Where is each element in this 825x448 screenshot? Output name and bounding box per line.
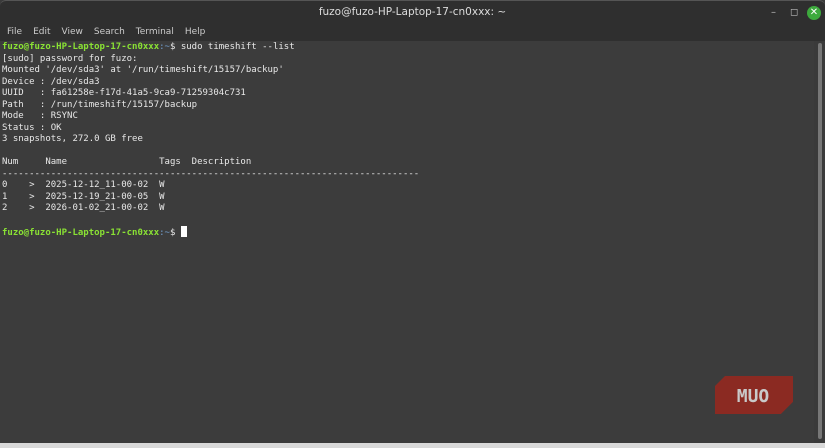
prompt-path: :~ xyxy=(159,228,170,238)
scrollbar-thumb[interactable] xyxy=(818,43,822,439)
prompt-symbol: $ xyxy=(169,228,181,238)
maximize-button[interactable]: ◻ xyxy=(790,7,798,18)
terminal-output[interactable]: fuzo@fuzo-HP-Laptop-17-cn0xxx:~$ sudo ti… xyxy=(0,41,814,443)
scrollbar[interactable] xyxy=(815,41,825,443)
output-line: Num Name Tags Description xyxy=(2,157,252,167)
output-line: Status : OK xyxy=(2,122,62,133)
prompt-path: :~ xyxy=(159,42,170,52)
output-line: [sudo] password for fuzo: xyxy=(2,53,138,64)
muo-logo: MUO xyxy=(715,376,793,414)
close-button[interactable]: ✕ xyxy=(807,6,821,20)
prompt-user: fuzo@fuzo-HP-Laptop-17-cn0xxx xyxy=(2,228,160,238)
menu-view[interactable]: View xyxy=(62,24,83,41)
output-line: 1 > 2025-12-19_21-00-05 W xyxy=(2,191,165,202)
minimize-button[interactable]: – xyxy=(771,7,776,18)
active-prompt: fuzo@fuzo-HP-Laptop-17-cn0xxx:~$ xyxy=(2,226,812,240)
command: sudo timeshift --list xyxy=(180,42,295,52)
output-line: Device : /dev/sda3 xyxy=(2,76,100,87)
window-title: fuzo@fuzo-HP-Laptop-17-cn0xxx: ~ xyxy=(318,6,507,18)
output-line: ----------------------------------------… xyxy=(2,168,420,179)
output-line: 3 snapshots, 272.0 GB free xyxy=(2,134,143,144)
title-bar: fuzo@fuzo-HP-Laptop-17-cn0xxx: ~ – ◻ ✕ xyxy=(0,0,825,24)
output-line: Path : /run/timeshift/15157/backup xyxy=(2,99,198,110)
output-line: 0 > 2025-12-12_11-00-02 W xyxy=(2,180,165,190)
command-line: fuzo@fuzo-HP-Laptop-17-cn0xxx:~$ sudo ti… xyxy=(2,42,812,54)
output-line: 2 > 2026-01-02_21-00-02 W xyxy=(2,203,165,213)
menu-search[interactable]: Search xyxy=(94,24,125,41)
menu-edit[interactable]: Edit xyxy=(33,24,50,41)
output-line: Mode : RSYNC xyxy=(2,111,78,121)
menu-bar: File Edit View Search Terminal Help xyxy=(0,24,825,41)
taskbar-edge xyxy=(0,443,825,448)
cursor xyxy=(180,226,187,237)
menu-terminal[interactable]: Terminal xyxy=(136,24,174,41)
prompt-user: fuzo@fuzo-HP-Laptop-17-cn0xxx xyxy=(2,42,160,52)
output-line: UUID : fa61258e-f17d-41a5-9ca9-71259304c… xyxy=(2,88,246,98)
prompt-symbol: $ xyxy=(169,42,181,52)
menu-help[interactable]: Help xyxy=(185,24,206,41)
logo-text: MUO xyxy=(737,386,770,407)
output-line: Mounted '/dev/sda3' at '/run/timeshift/1… xyxy=(2,65,284,75)
menu-file[interactable]: File xyxy=(7,24,22,41)
